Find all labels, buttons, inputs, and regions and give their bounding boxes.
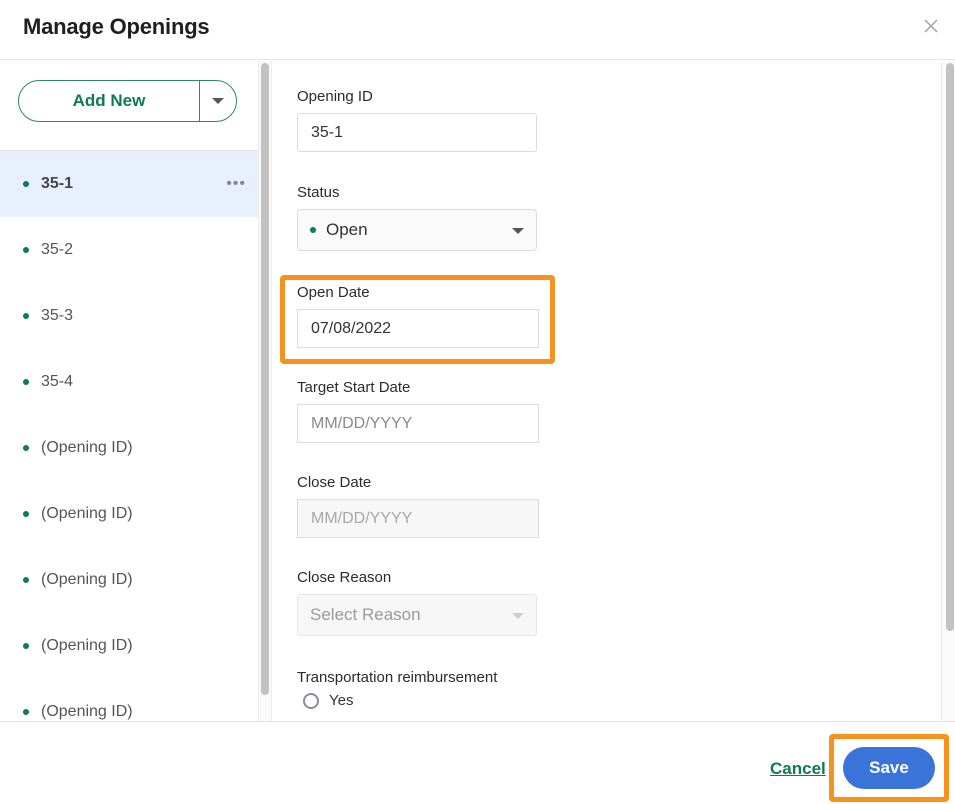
caret-down-icon: [512, 613, 524, 619]
form-scrollbar[interactable]: [941, 61, 955, 721]
manage-openings-modal: Manage Openings Add New 35-1 ••• 35-2 35…: [0, 0, 955, 804]
status-field: Status Open: [297, 184, 537, 251]
radio-label: Yes: [329, 692, 354, 709]
opening-list-item[interactable]: 35-2: [0, 217, 258, 283]
modal-footer: Cancel Save: [0, 721, 955, 804]
status-dot-icon: [23, 247, 29, 253]
status-label: Status: [297, 184, 340, 201]
close-reason-value: Select Reason: [310, 605, 421, 624]
open-date-input[interactable]: [297, 309, 539, 348]
status-dot-icon: [23, 379, 29, 385]
status-dot-icon: [23, 181, 29, 187]
modal-header: Manage Openings: [0, 0, 955, 60]
close-date-field: Close Date: [297, 474, 539, 538]
add-new-button[interactable]: Add New: [19, 81, 200, 121]
add-new-dropdown-button[interactable]: [200, 81, 236, 121]
opening-label: (Opening ID): [41, 571, 133, 588]
opening-id-label: Opening ID: [297, 88, 373, 105]
opening-id-input[interactable]: [297, 113, 537, 152]
opening-id-field: Opening ID: [297, 88, 537, 152]
opening-list-item[interactable]: (Opening ID): [0, 679, 258, 721]
opening-list-item[interactable]: (Opening ID): [0, 481, 258, 547]
close-reason-label: Close Reason: [297, 569, 392, 586]
status-dot-icon: [310, 227, 316, 233]
opening-list-item[interactable]: 35-4: [0, 349, 258, 415]
close-button[interactable]: [921, 16, 941, 36]
status-select[interactable]: Open: [297, 209, 537, 251]
openings-sidebar: Add New 35-1 ••• 35-2 35-3 35-4 (Opening…: [0, 61, 258, 721]
add-new-split-button: Add New: [18, 80, 237, 122]
opening-label: 35-1: [41, 175, 74, 192]
opening-label: 35-4: [41, 373, 74, 390]
opening-list: 35-1 ••• 35-2 35-3 35-4 (Opening ID) (Op…: [0, 150, 258, 721]
target-start-date-input[interactable]: [297, 404, 539, 443]
close-reason-field: Close Reason Select Reason: [297, 569, 537, 636]
opening-label: 35-2: [41, 241, 74, 258]
open-date-field: Open Date: [297, 284, 539, 348]
close-icon: [924, 19, 938, 33]
caret-down-icon: [512, 228, 524, 234]
status-dot-icon: [23, 643, 29, 649]
close-date-label: Close Date: [297, 474, 372, 491]
opening-label: (Opening ID): [41, 703, 133, 720]
opening-list-item[interactable]: 35-3: [0, 283, 258, 349]
opening-list-item[interactable]: (Opening ID): [0, 613, 258, 679]
opening-label: 35-3: [41, 307, 74, 324]
status-dot-icon: [23, 313, 29, 319]
target-start-date-field: Target Start Date: [297, 379, 539, 443]
status-dot-icon: [23, 577, 29, 583]
transportation-field: Transportation reimbursement Yes: [297, 669, 497, 709]
modal-title: Manage Openings: [23, 14, 210, 39]
sidebar-scrollbar-thumb[interactable]: [261, 63, 269, 695]
open-date-label: Open Date: [297, 284, 370, 301]
opening-label: (Opening ID): [41, 637, 133, 654]
close-date-input: [297, 499, 539, 538]
cancel-button[interactable]: Cancel: [770, 759, 826, 779]
opening-list-item[interactable]: (Opening ID): [0, 547, 258, 613]
caret-down-icon: [212, 98, 224, 104]
opening-label: (Opening ID): [41, 505, 133, 522]
status-dot-icon: [23, 511, 29, 517]
transportation-option-yes[interactable]: Yes: [303, 692, 497, 709]
ellipsis-icon[interactable]: •••: [226, 175, 246, 193]
form-scrollbar-thumb[interactable]: [946, 63, 954, 631]
opening-list-item[interactable]: (Opening ID): [0, 415, 258, 481]
target-start-date-label: Target Start Date: [297, 379, 411, 396]
opening-form: Opening ID Status Open Open Date Target …: [273, 61, 941, 721]
status-value: Open: [326, 220, 368, 239]
status-dot-icon: [23, 709, 29, 715]
sidebar-scrollbar[interactable]: [258, 61, 272, 721]
opening-label: (Opening ID): [41, 439, 133, 456]
status-dot-icon: [23, 445, 29, 451]
save-button[interactable]: Save: [843, 747, 935, 789]
opening-list-item[interactable]: 35-1 •••: [0, 151, 258, 217]
radio-button-icon[interactable]: [303, 692, 319, 709]
transportation-label: Transportation reimbursement: [297, 669, 498, 686]
close-reason-select: Select Reason: [297, 594, 537, 636]
